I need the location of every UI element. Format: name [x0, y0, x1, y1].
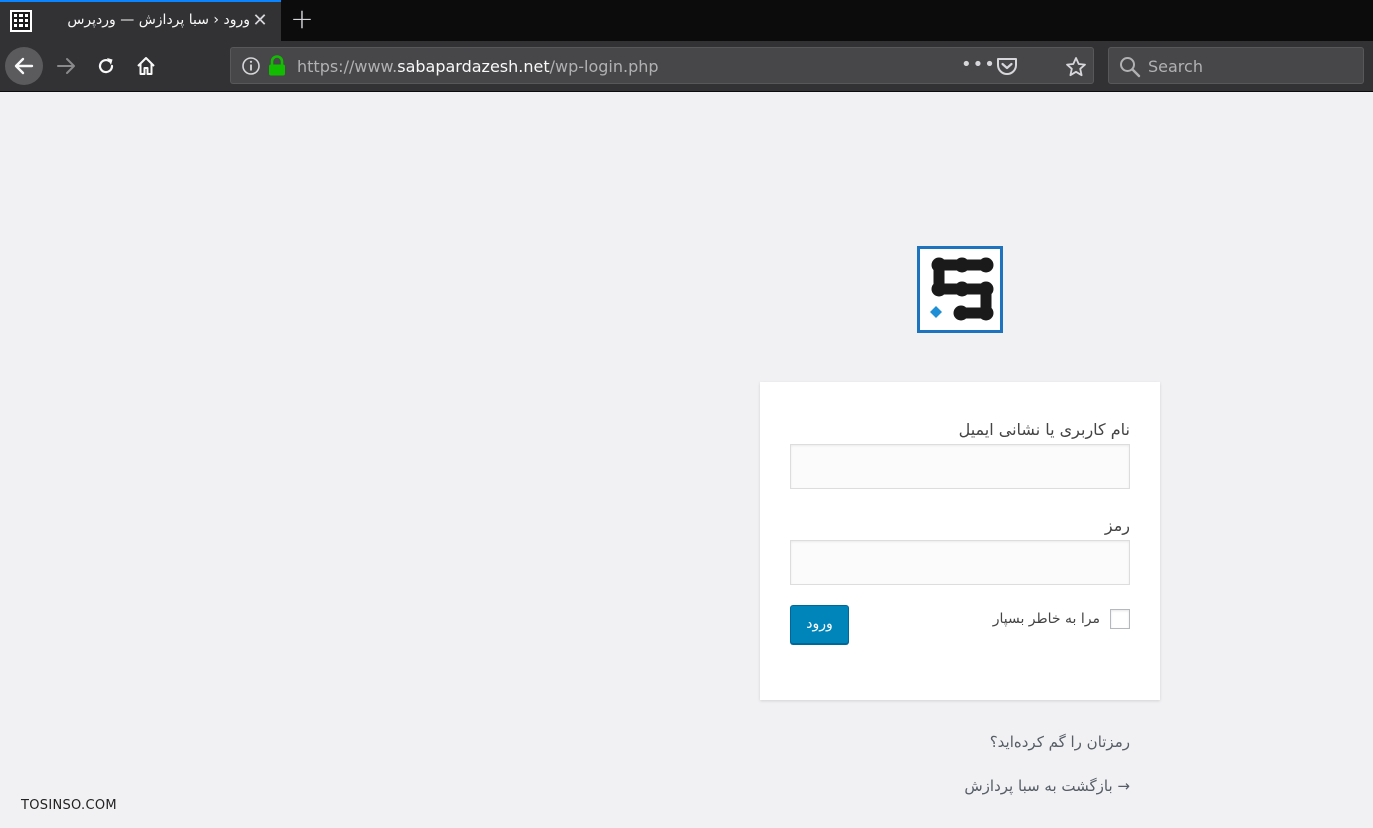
username-label: نام کاربری یا نشانی ایمیل: [958, 420, 1130, 439]
new-tab-button[interactable]: +: [288, 5, 316, 34]
back-to-site-link[interactable]: → بازگشت به سبا پردازش: [964, 777, 1130, 795]
page-actions-more-icon[interactable]: •••: [961, 54, 996, 75]
login-form: نام کاربری یا نشانی ایمیل رمز مرا به خاط…: [760, 382, 1160, 700]
remember-me-checkbox[interactable]: [1110, 609, 1130, 629]
tab-close-icon[interactable]: ✕: [250, 11, 270, 31]
username-input[interactable]: [790, 444, 1130, 489]
navigation-toolbar: https://www.sabapardazesh.net/wp-login.p…: [0, 41, 1373, 92]
lock-icon[interactable]: [267, 55, 287, 77]
password-label: رمز: [1104, 516, 1130, 535]
home-button[interactable]: [127, 47, 165, 85]
search-icon: [1120, 57, 1141, 78]
forward-button[interactable]: [47, 47, 85, 85]
reload-icon: [98, 58, 114, 74]
pocket-icon[interactable]: [996, 56, 1018, 76]
home-icon: [137, 57, 155, 75]
tab-title: ورود ‹ سبا پردازش — وردپرس: [67, 12, 250, 28]
reload-button[interactable]: [87, 47, 125, 85]
remember-me-label[interactable]: مرا به خاطر بسپار: [993, 611, 1100, 627]
search-bar[interactable]: Search: [1108, 47, 1364, 84]
url-scheme: https://www.: [297, 57, 398, 76]
info-icon[interactable]: [241, 56, 261, 76]
login-submit-button[interactable]: ورود: [790, 605, 849, 644]
lost-password-link[interactable]: رمزتان را گم کرده‌اید؟: [990, 733, 1130, 751]
watermark-text: TOSINSO.COM: [21, 798, 117, 813]
tab-strip: ورود ‹ سبا پردازش — وردپرس ✕ +: [0, 0, 1373, 41]
url-text[interactable]: https://www.sabapardazesh.net/wp-login.p…: [297, 57, 659, 76]
url-host: sabapardazesh.net: [397, 57, 550, 76]
back-button[interactable]: [5, 47, 43, 85]
bookmark-star-icon[interactable]: [1065, 56, 1087, 78]
arrow-right-icon: [57, 58, 75, 74]
tab-active[interactable]: ورود ‹ سبا پردازش — وردپرس ✕: [0, 0, 281, 41]
site-favicon-icon: [10, 10, 32, 32]
url-path: /wp-login.php: [549, 57, 659, 76]
arrow-left-icon: [14, 57, 34, 75]
site-logo[interactable]: [917, 246, 1003, 333]
search-placeholder: Search: [1148, 57, 1203, 76]
password-input[interactable]: [790, 540, 1130, 585]
address-bar[interactable]: https://www.sabapardazesh.net/wp-login.p…: [230, 47, 1094, 84]
